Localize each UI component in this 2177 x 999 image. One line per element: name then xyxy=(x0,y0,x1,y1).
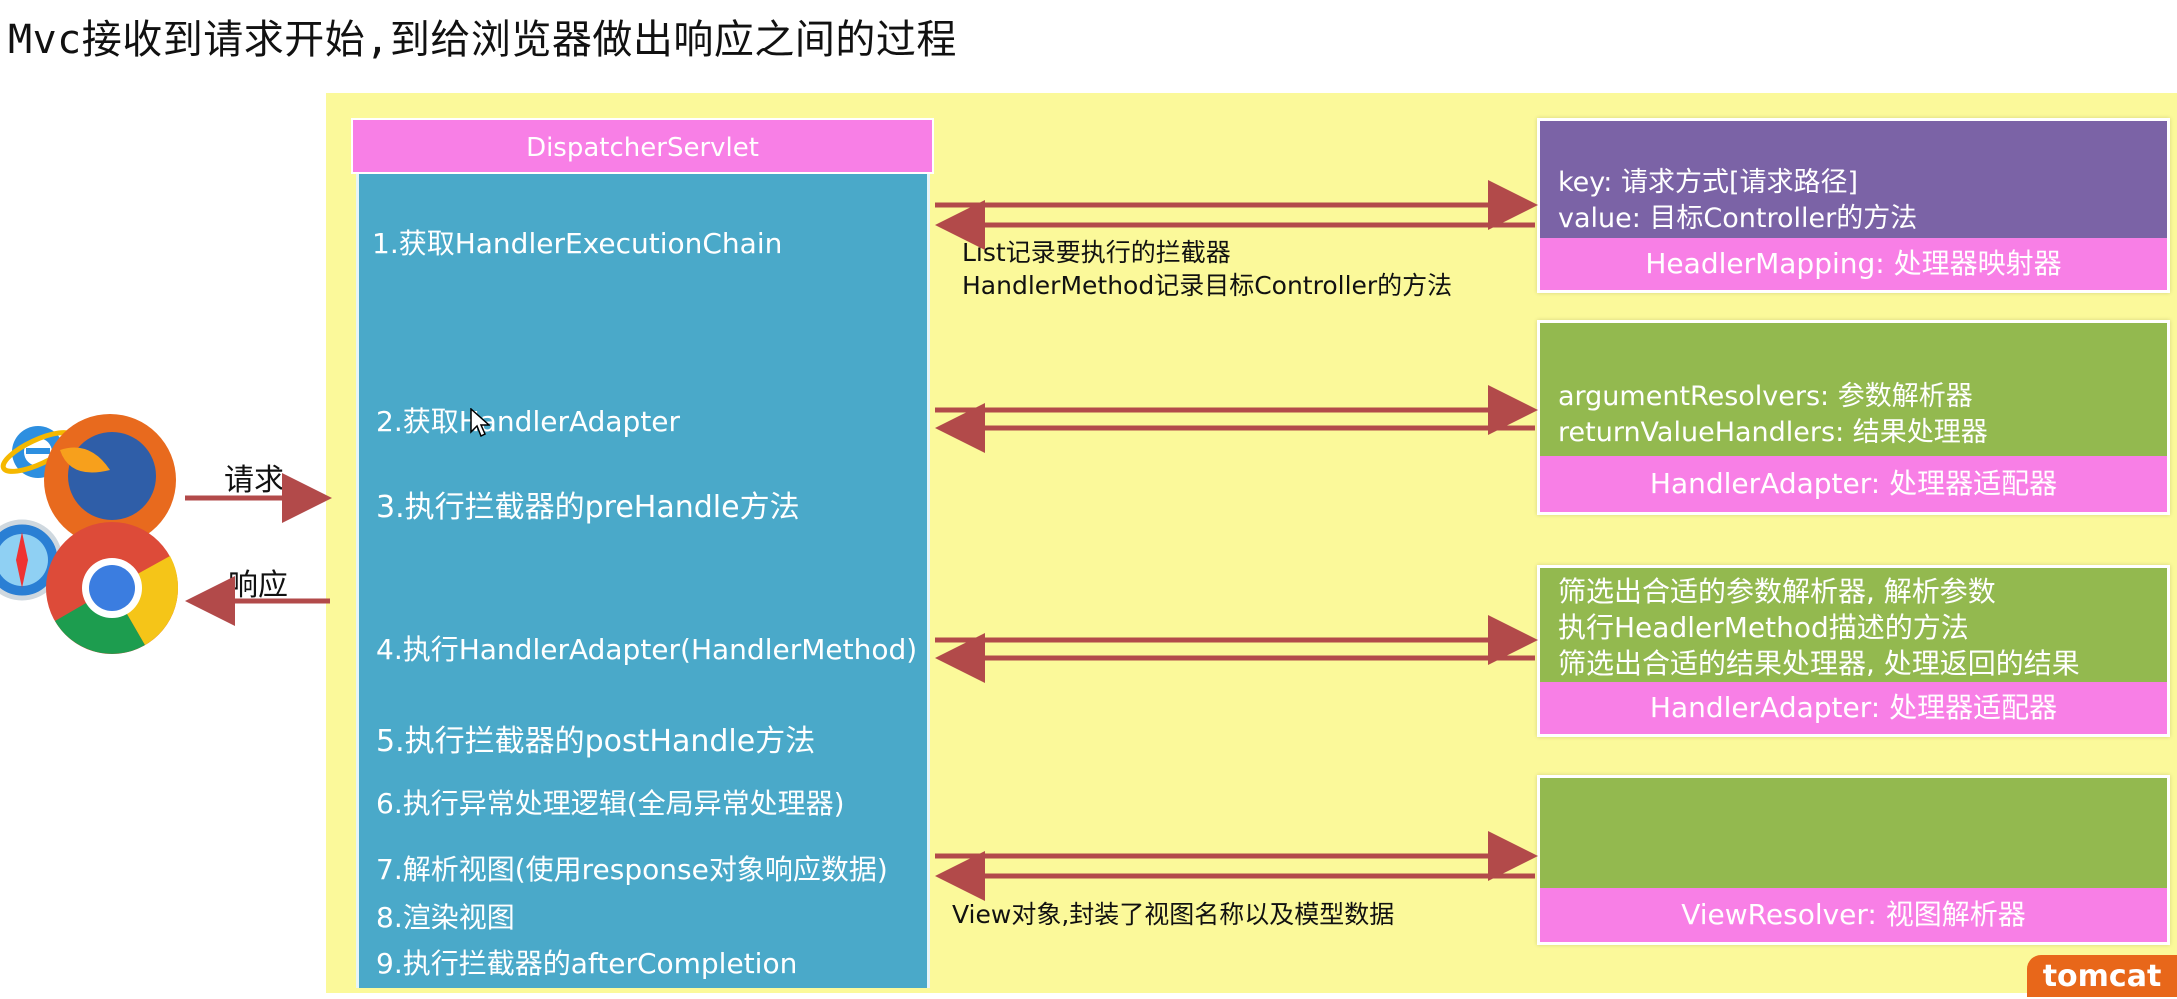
cursor-icon xyxy=(470,408,490,438)
tomcat-badge: tomcat xyxy=(2027,955,2177,997)
flow-arrows xyxy=(185,180,1538,901)
